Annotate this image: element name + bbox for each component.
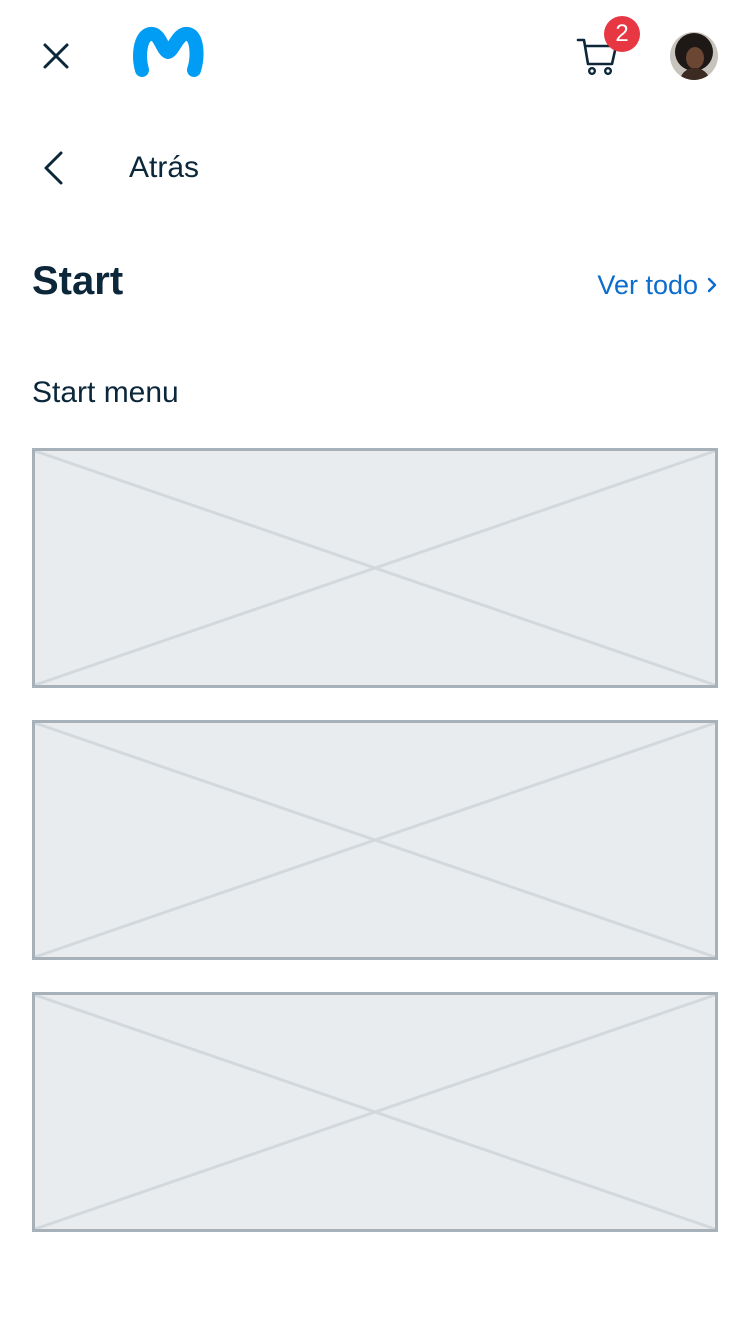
back-label: Atrás	[129, 151, 200, 184]
user-avatar-icon	[670, 32, 718, 80]
image-placeholder-card[interactable]	[32, 720, 718, 960]
avatar[interactable]	[670, 32, 718, 80]
chevron-left-icon	[44, 151, 63, 185]
see-all-label: Ver todo	[597, 270, 698, 300]
cart-badge: 2	[604, 16, 640, 52]
movistar-logo[interactable]	[132, 26, 204, 80]
close-button[interactable]	[32, 32, 80, 80]
image-placeholder-icon	[35, 451, 715, 685]
image-placeholder-card[interactable]	[32, 992, 718, 1232]
image-placeholder-icon	[35, 995, 715, 1229]
section-subtitle: Start menu	[32, 376, 179, 409]
see-all-link[interactable]: Ver todo	[597, 268, 718, 302]
section-title: Start	[32, 259, 124, 303]
close-icon	[43, 43, 69, 69]
image-placeholder-icon	[35, 723, 715, 957]
chevron-right-icon	[707, 277, 717, 293]
top-bar: 2	[0, 0, 750, 112]
back-link[interactable]: Atrás	[0, 136, 750, 200]
image-placeholder-card[interactable]	[32, 448, 718, 688]
